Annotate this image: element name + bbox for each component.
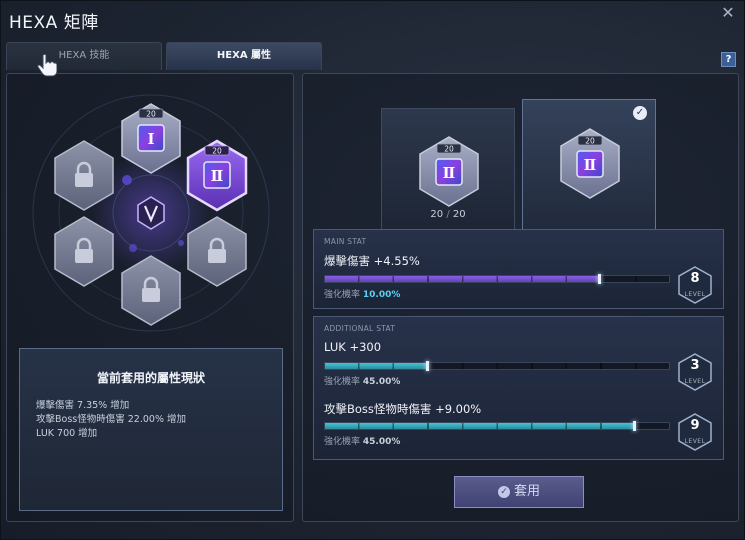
core-card-current[interactable]: 20 Ⅱ 20 / 20 xyxy=(381,108,515,231)
tab-hexa-attribute[interactable]: HEXA 屬性 xyxy=(166,42,322,70)
count-separator: / xyxy=(446,209,450,220)
core-card-selected[interactable]: ✓ 20 Ⅱ xyxy=(522,99,656,231)
additional-stat-1-progress-bar xyxy=(324,361,670,371)
hex-node-level: 20 xyxy=(212,147,222,156)
status-list: 爆擊傷害 7.35% 增加 攻擊Boss怪物時傷害 22.00% 增加 LUK … xyxy=(36,399,186,441)
core-hex-icon: 20 Ⅱ xyxy=(560,128,620,199)
main-stat-section: MAIN STAT 爆擊傷害 +4.55% 強化機率 10.00% 8 LEVE… xyxy=(313,229,724,309)
status-line: LUK 700 增加 xyxy=(36,428,98,439)
main-stat-name: 爆擊傷害 +4.55% xyxy=(324,254,420,268)
main-stat-rate-value: 10.00% xyxy=(362,290,401,300)
hand-cursor-icon xyxy=(37,53,57,77)
hexa-v-emblem-icon xyxy=(137,196,165,230)
roman-one-icon: Ⅰ xyxy=(147,130,154,148)
additional-stat-2-rate: 強化機率 45.00% xyxy=(324,437,401,447)
check-circle-icon: ✓ xyxy=(497,486,510,498)
close-button[interactable]: ✕ xyxy=(720,5,736,21)
count-current: 20 xyxy=(430,209,444,220)
main-stat-progress-bar xyxy=(324,274,670,284)
card-level: 20 xyxy=(585,137,595,146)
main-stat-label: MAIN STAT xyxy=(324,237,367,246)
apply-button[interactable]: ✓ 套用 xyxy=(454,476,584,508)
level-label: LEVEL xyxy=(684,291,706,298)
main-stat-rate: 強化機率 10.00% xyxy=(324,290,401,300)
additional-stat-section: ADDITIONAL STAT LUK +300 強化機率 45.00% 3 L… xyxy=(313,316,724,460)
apply-button-label: 套用 xyxy=(513,484,540,499)
additional-stat-1-name: LUK +300 xyxy=(324,340,382,354)
card-level: 20 xyxy=(444,145,454,154)
main-stat-level: 8 xyxy=(690,271,700,286)
additional-stat-1-rate: 強化機率 45.00% xyxy=(324,377,401,387)
card-count: 20 / 20 xyxy=(382,209,514,220)
window-title: HEXA 矩陣 xyxy=(9,13,99,33)
additional-stat-2-level: 9 xyxy=(690,418,700,433)
additional-stat-2-progress-bar xyxy=(324,421,670,431)
hex-node-level: 20 xyxy=(146,110,156,119)
roman-two-icon: Ⅱ xyxy=(211,167,224,185)
additional-stat-2-name: 攻擊Boss怪物時傷害 +9.00% xyxy=(324,402,482,416)
status-box-title: 當前套用的屬性現狀 xyxy=(96,371,205,385)
count-max: 20 xyxy=(452,209,466,220)
hexa-matrix-window: HEXA 矩陣 ✕ ? HEXA 技能 HEXA 屬性 20 Ⅰ 20 Ⅱ 當前… xyxy=(0,0,745,540)
status-line: 爆擊傷害 7.35% 增加 xyxy=(36,400,130,411)
current-attribute-status-box: 當前套用的屬性現狀 爆擊傷害 7.35% 增加 攻擊Boss怪物時傷害 22.0… xyxy=(19,348,283,511)
tab-hexa-skill[interactable]: HEXA 技能 xyxy=(6,42,162,70)
help-button[interactable]: ? xyxy=(721,52,736,67)
core-hex-icon: 20 Ⅱ xyxy=(419,136,479,207)
status-line: 攻擊Boss怪物時傷害 22.00% 增加 xyxy=(36,414,186,425)
hexa-node-cluster: 20 Ⅰ 20 Ⅱ xyxy=(32,94,270,332)
additional-stat-1-level: 3 xyxy=(690,358,700,373)
additional-stat-label: ADDITIONAL STAT xyxy=(324,324,396,333)
roman-two-icon: Ⅱ xyxy=(443,164,456,182)
roman-two-icon: Ⅱ xyxy=(584,156,597,174)
